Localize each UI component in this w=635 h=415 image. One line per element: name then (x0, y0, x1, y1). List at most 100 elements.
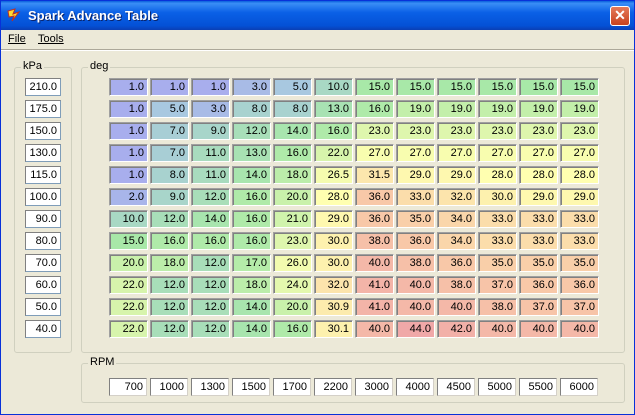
table-cell[interactable]: 8.0 (273, 100, 312, 118)
table-cell[interactable]: 32.0 (314, 276, 353, 294)
table-cell[interactable]: 21.0 (273, 210, 312, 228)
table-cell[interactable]: 15.0 (355, 78, 394, 96)
table-cell[interactable]: 29.0 (519, 188, 558, 206)
table-cell[interactable]: 16.0 (273, 320, 312, 338)
rpm-cell[interactable]: 1700 (273, 378, 311, 396)
table-cell[interactable]: 12.0 (150, 210, 189, 228)
kpa-cell[interactable]: 210.0 (25, 78, 61, 96)
table-cell[interactable]: 12.0 (191, 276, 230, 294)
table-cell[interactable]: 29.0 (560, 188, 599, 206)
table-cell[interactable]: 23.0 (519, 122, 558, 140)
table-cell[interactable]: 35.0 (478, 254, 517, 272)
table-cell[interactable]: 30.0 (478, 188, 517, 206)
table-cell[interactable]: 26.0 (273, 254, 312, 272)
table-cell[interactable]: 23.0 (560, 122, 599, 140)
table-cell[interactable]: 13.0 (314, 100, 353, 118)
table-cell[interactable]: 16.0 (232, 232, 271, 250)
table-cell[interactable]: 26.5 (314, 166, 353, 184)
kpa-cell[interactable]: 115.0 (25, 166, 61, 184)
table-cell[interactable]: 9.0 (191, 122, 230, 140)
table-cell[interactable]: 23.0 (355, 122, 394, 140)
kpa-cell[interactable]: 175.0 (25, 100, 61, 118)
table-cell[interactable]: 36.0 (355, 188, 394, 206)
table-cell[interactable]: 38.0 (355, 232, 394, 250)
rpm-cell[interactable]: 700 (109, 378, 147, 396)
table-cell[interactable]: 2.0 (109, 188, 148, 206)
table-cell[interactable]: 27.0 (355, 144, 394, 162)
table-cell[interactable]: 14.0 (232, 166, 271, 184)
table-cell[interactable]: 38.0 (437, 276, 476, 294)
table-cell[interactable]: 11.0 (191, 144, 230, 162)
table-cell[interactable]: 15.0 (560, 78, 599, 96)
table-cell[interactable]: 40.0 (355, 320, 394, 338)
table-cell[interactable]: 33.0 (478, 232, 517, 250)
table-cell[interactable]: 10.0 (314, 78, 353, 96)
table-cell[interactable]: 19.0 (437, 100, 476, 118)
table-cell[interactable]: 40.0 (560, 320, 599, 338)
table-cell[interactable]: 40.0 (478, 320, 517, 338)
rpm-cell[interactable]: 1000 (150, 378, 188, 396)
table-cell[interactable]: 9.0 (150, 188, 189, 206)
table-cell[interactable]: 28.0 (560, 166, 599, 184)
table-cell[interactable]: 36.0 (355, 210, 394, 228)
table-cell[interactable]: 12.0 (232, 122, 271, 140)
table-cell[interactable]: 1.0 (109, 122, 148, 140)
table-cell[interactable]: 35.0 (560, 254, 599, 272)
table-cell[interactable]: 34.0 (437, 232, 476, 250)
table-cell[interactable]: 40.0 (437, 298, 476, 316)
table-cell[interactable]: 12.0 (150, 276, 189, 294)
kpa-cell[interactable]: 150.0 (25, 122, 61, 140)
table-cell[interactable]: 3.0 (191, 100, 230, 118)
table-cell[interactable]: 19.0 (519, 100, 558, 118)
table-cell[interactable]: 29.0 (314, 210, 353, 228)
table-cell[interactable]: 37.0 (560, 298, 599, 316)
menu-file[interactable]: File (8, 33, 26, 45)
table-cell[interactable]: 20.0 (109, 254, 148, 272)
table-cell[interactable]: 15.0 (519, 78, 558, 96)
table-cell[interactable]: 30.0 (314, 254, 353, 272)
table-cell[interactable]: 30.9 (314, 298, 353, 316)
table-cell[interactable]: 34.0 (437, 210, 476, 228)
table-cell[interactable]: 27.0 (437, 144, 476, 162)
table-cell[interactable]: 16.0 (232, 210, 271, 228)
rpm-cell[interactable]: 1500 (232, 378, 270, 396)
table-cell[interactable]: 12.0 (191, 254, 230, 272)
kpa-cell[interactable]: 50.0 (25, 298, 61, 316)
table-cell[interactable]: 28.0 (314, 188, 353, 206)
table-cell[interactable]: 33.0 (519, 210, 558, 228)
table-cell[interactable]: 29.0 (437, 166, 476, 184)
table-cell[interactable]: 33.0 (519, 232, 558, 250)
table-cell[interactable]: 41.0 (355, 298, 394, 316)
rpm-cell[interactable]: 5000 (478, 378, 516, 396)
table-cell[interactable]: 27.0 (519, 144, 558, 162)
table-cell[interactable]: 12.0 (150, 320, 189, 338)
table-cell[interactable]: 37.0 (478, 276, 517, 294)
table-cell[interactable]: 36.0 (396, 232, 435, 250)
table-cell[interactable]: 28.0 (478, 166, 517, 184)
table-cell[interactable]: 32.0 (437, 188, 476, 206)
table-cell[interactable]: 30.0 (314, 232, 353, 250)
table-cell[interactable]: 38.0 (478, 298, 517, 316)
rpm-cell[interactable]: 1300 (191, 378, 229, 396)
table-cell[interactable]: 19.0 (396, 100, 435, 118)
table-cell[interactable]: 12.0 (191, 188, 230, 206)
table-cell[interactable]: 35.0 (396, 210, 435, 228)
table-cell[interactable]: 22.0 (314, 144, 353, 162)
table-cell[interactable]: 7.0 (150, 144, 189, 162)
table-cell[interactable]: 40.0 (355, 254, 394, 272)
table-cell[interactable]: 22.0 (109, 276, 148, 294)
table-cell[interactable]: 27.0 (478, 144, 517, 162)
close-button[interactable]: ✕ (610, 6, 630, 26)
table-cell[interactable]: 27.0 (396, 144, 435, 162)
table-cell[interactable]: 16.0 (314, 122, 353, 140)
table-cell[interactable]: 8.0 (150, 166, 189, 184)
table-cell[interactable]: 18.0 (273, 166, 312, 184)
table-cell[interactable]: 3.0 (232, 78, 271, 96)
rpm-cell[interactable]: 6000 (560, 378, 598, 396)
table-cell[interactable]: 14.0 (273, 122, 312, 140)
table-cell[interactable]: 15.0 (109, 232, 148, 250)
rpm-cell[interactable]: 2200 (314, 378, 352, 396)
table-cell[interactable]: 29.0 (396, 166, 435, 184)
table-cell[interactable]: 12.0 (150, 298, 189, 316)
table-cell[interactable]: 41.0 (355, 276, 394, 294)
